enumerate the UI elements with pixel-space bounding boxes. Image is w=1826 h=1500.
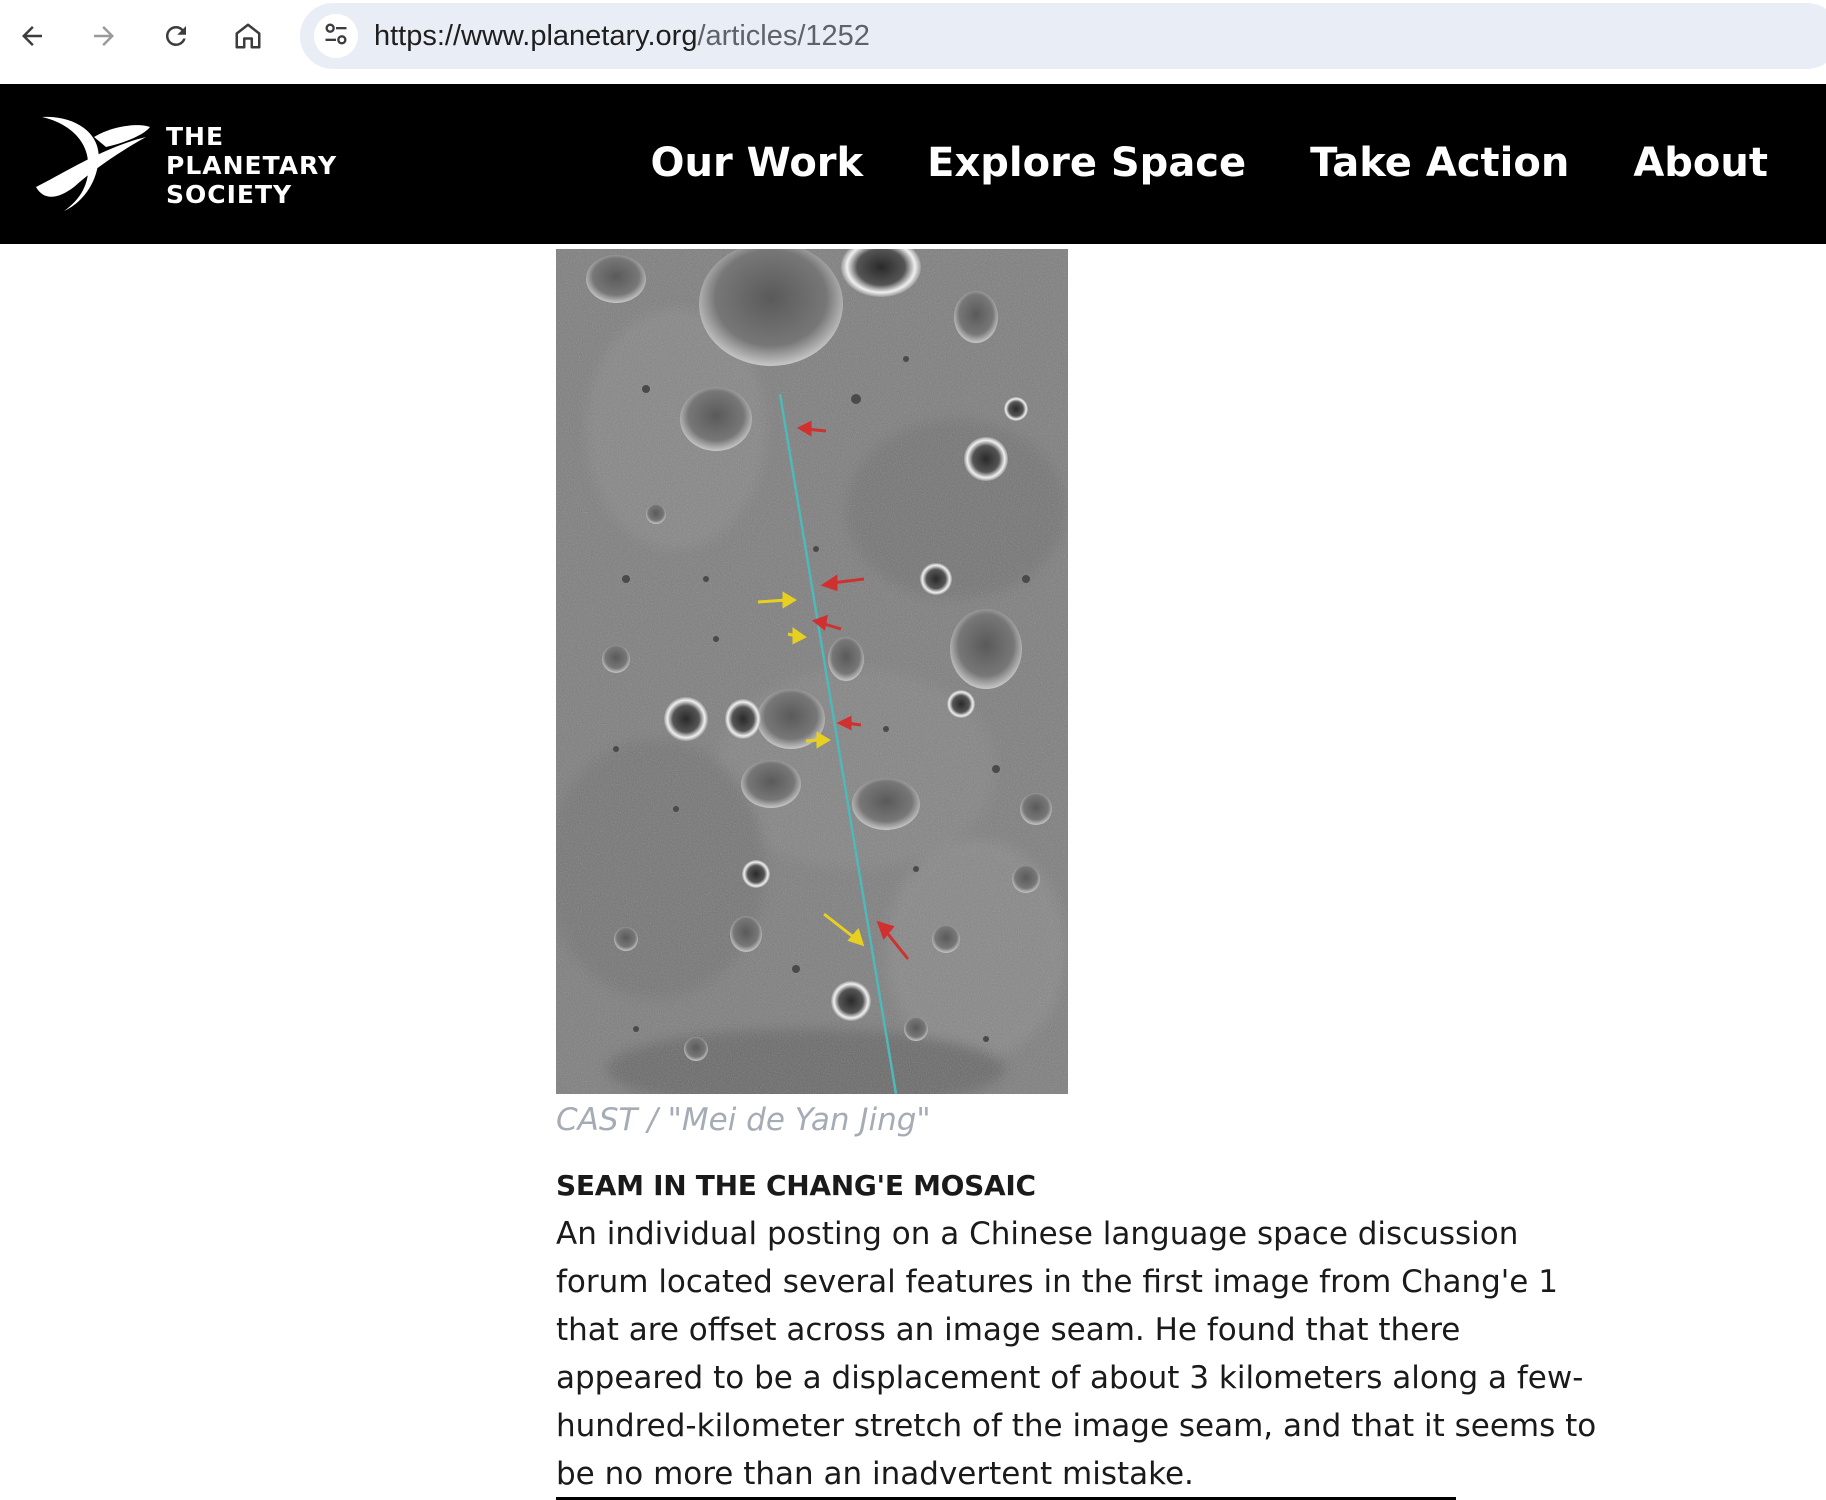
- reload-button[interactable]: [154, 14, 198, 58]
- back-button[interactable]: [10, 14, 54, 58]
- article-figure-image: [556, 249, 1068, 1094]
- browser-toolbar: https://www.planetary.org/articles/1252: [0, 0, 1826, 84]
- reload-icon: [161, 21, 191, 51]
- site-logo-link[interactable]: [34, 113, 154, 217]
- logo-wordmark: THE PLANETARY SOCIETY: [166, 122, 337, 209]
- arrow-right-icon: [89, 21, 119, 51]
- article-body: An individual posting on a Chinese langu…: [556, 1210, 1636, 1498]
- site-header: THE PLANETARY SOCIETY Our Work Explore S…: [0, 84, 1826, 244]
- url-text: https://www.planetary.org/articles/1252: [374, 19, 870, 53]
- body-line: be no more than an inadvertent mistake.: [556, 1456, 1194, 1492]
- nav-about[interactable]: About: [1633, 138, 1768, 188]
- address-bar[interactable]: https://www.planetary.org/articles/1252: [300, 3, 1826, 69]
- site-info-button[interactable]: [314, 14, 358, 58]
- arrow-left-icon: [17, 21, 47, 51]
- logo-line-society: SOCIETY: [166, 180, 293, 209]
- body-line: hundred-kilometer stretch of the image s…: [556, 1408, 1597, 1444]
- planetary-society-logo-icon: [34, 116, 154, 217]
- body-line: forum located several features in the fi…: [556, 1264, 1558, 1300]
- nav-take-action[interactable]: Take Action: [1310, 138, 1569, 188]
- url-path: /articles/1252: [697, 20, 870, 52]
- nav-explore-space[interactable]: Explore Space: [927, 138, 1246, 188]
- figure-caption: CAST / "Mei de Yan Jing": [556, 1102, 931, 1138]
- logo-line-planetary: PLANETARY: [166, 151, 338, 180]
- home-icon: [233, 21, 263, 51]
- tune-icon: [322, 20, 350, 52]
- main-navigation: Our Work Explore Space Take Action About: [651, 138, 1769, 188]
- body-line: that are offset across an image seam. He…: [556, 1312, 1461, 1348]
- body-line: An individual posting on a Chinese langu…: [556, 1216, 1519, 1252]
- forward-button[interactable]: [82, 14, 126, 58]
- home-button[interactable]: [226, 14, 270, 58]
- url-host: https://www.planetary.org: [374, 20, 698, 52]
- body-line: appeared to be a displacement of about 3…: [556, 1360, 1584, 1396]
- logo-line-the: THE: [166, 122, 225, 151]
- section-title: SEAM IN THE CHANG'E MOSAIC: [556, 1169, 1036, 1202]
- nav-our-work[interactable]: Our Work: [651, 138, 864, 188]
